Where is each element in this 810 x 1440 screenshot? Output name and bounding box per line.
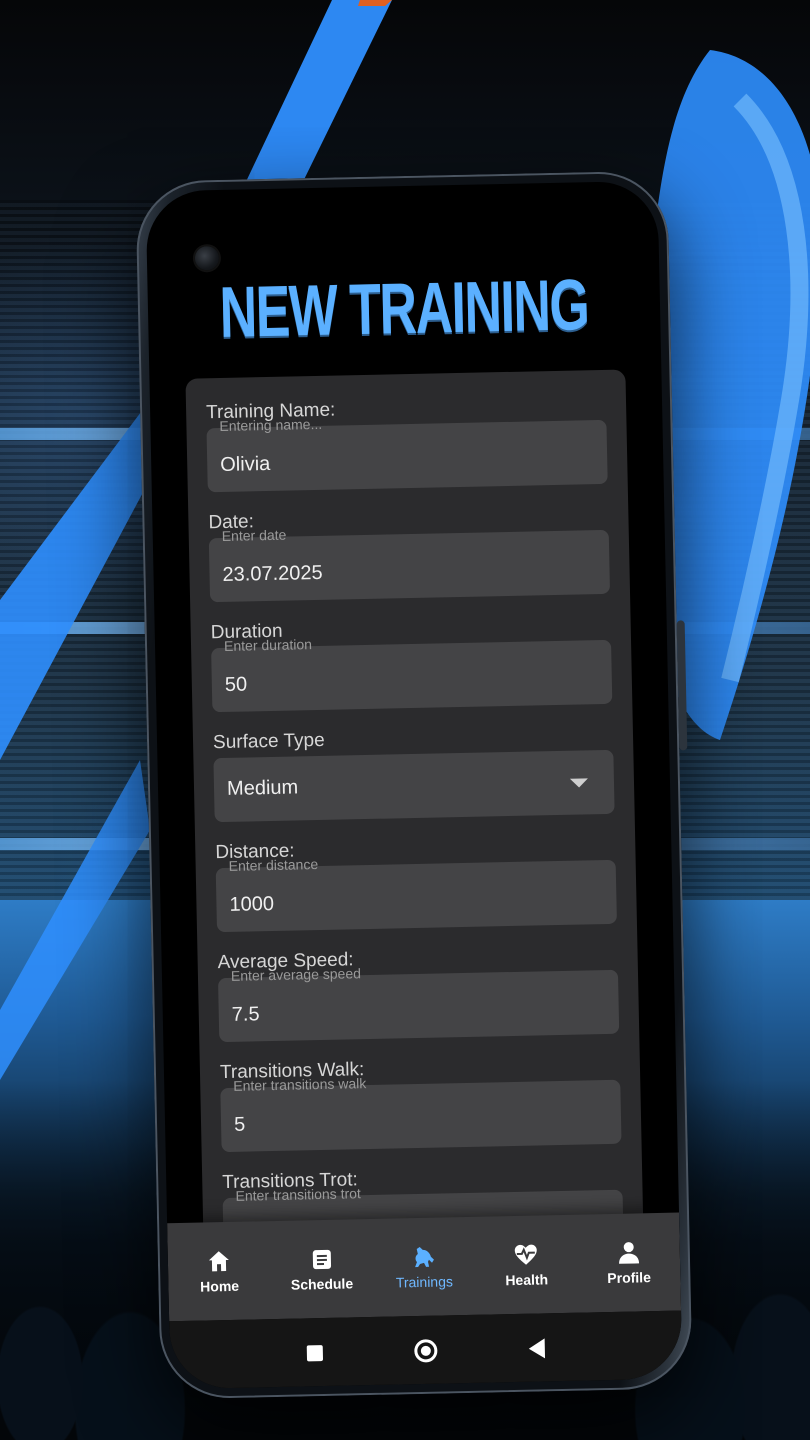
text-input[interactable]: Entering name... Olivia bbox=[206, 416, 608, 493]
form-field: Date: Enter date 23.07.2025 bbox=[208, 504, 611, 622]
tab-home[interactable]: Home bbox=[174, 1247, 265, 1295]
page-title: NEW TRAINING bbox=[218, 265, 590, 353]
input-value: Olivia bbox=[220, 452, 271, 476]
home-button[interactable] bbox=[407, 1333, 444, 1370]
system-navigation-bar bbox=[169, 1310, 683, 1390]
tab-health[interactable]: Health bbox=[481, 1241, 572, 1289]
input-value: 23.07.2025 bbox=[222, 561, 323, 586]
schedule-icon bbox=[312, 1249, 331, 1270]
text-input[interactable]: Enter date 23.07.2025 bbox=[208, 526, 611, 603]
text-input[interactable]: Enter distance 1000 bbox=[215, 856, 617, 933]
input-value: 7.5 bbox=[231, 1003, 260, 1026]
tab-profile[interactable]: Profile bbox=[583, 1239, 674, 1287]
circle-icon bbox=[414, 1339, 438, 1363]
form-field: Transitions Walk: Enter transitions walk 5 bbox=[220, 1054, 622, 1172]
heart-pulse-icon bbox=[515, 1244, 538, 1265]
input-placeholder: Enter transitions trot bbox=[235, 1185, 361, 1204]
input-value: 1000 bbox=[229, 892, 275, 916]
horse-icon bbox=[415, 1246, 434, 1268]
tab-schedule[interactable]: Schedule bbox=[276, 1245, 367, 1293]
input-placeholder: Enter average speed bbox=[230, 965, 362, 984]
input-placeholder: Enter transitions walk bbox=[233, 1075, 367, 1094]
tab-label: Schedule bbox=[290, 1275, 354, 1293]
tab-label: Health bbox=[505, 1271, 549, 1289]
input-value: 5 bbox=[233, 1113, 246, 1136]
form-field: Duration Enter duration 50 bbox=[211, 614, 613, 732]
input-value: Medium bbox=[226, 776, 299, 800]
back-triangle-icon bbox=[528, 1338, 545, 1359]
front-camera bbox=[194, 245, 220, 271]
dropdown-arrow-icon bbox=[569, 778, 589, 788]
tab-label: Profile bbox=[607, 1269, 652, 1287]
recents-button[interactable] bbox=[297, 1335, 334, 1372]
surface-type-select[interactable]: Medium bbox=[213, 749, 615, 823]
input-placeholder: Entering name... bbox=[219, 415, 323, 434]
text-input[interactable]: Enter average speed 7.5 bbox=[218, 965, 620, 1043]
form-field: Average Speed: Enter average speed 7.5 bbox=[217, 944, 620, 1062]
square-icon bbox=[307, 1345, 324, 1362]
phone-screen: NEW TRAINING Training Name: Entering name… bbox=[145, 180, 683, 1390]
input-value: 50 bbox=[224, 673, 248, 696]
input-placeholder: Enter duration bbox=[223, 636, 313, 654]
bottom-navigation: Home Schedule Trainings Health Profile bbox=[167, 1212, 682, 1322]
text-input[interactable]: Enter duration 50 bbox=[211, 636, 613, 713]
training-form: Training Name: Entering name... Olivia Date… bbox=[185, 369, 644, 1259]
back-button[interactable] bbox=[518, 1330, 555, 1367]
tab-label: Trainings bbox=[395, 1273, 454, 1291]
form-field: Distance: Enter distance 1000 bbox=[215, 834, 617, 952]
input-placeholder: Enter date bbox=[221, 526, 287, 544]
home-icon bbox=[209, 1251, 230, 1272]
tab-trainings[interactable]: Trainings bbox=[379, 1243, 470, 1291]
form-field: Training Name: Entering name... Olivia bbox=[206, 394, 608, 512]
text-input[interactable]: Enter transitions walk 5 bbox=[220, 1075, 622, 1153]
tab-label: Home bbox=[200, 1277, 240, 1295]
input-placeholder: Enter distance bbox=[228, 856, 319, 874]
form-field: Surface Type Medium bbox=[213, 724, 615, 842]
person-icon bbox=[618, 1242, 639, 1264]
phone-device: NEW TRAINING Training Name: Entering name… bbox=[135, 170, 693, 1400]
